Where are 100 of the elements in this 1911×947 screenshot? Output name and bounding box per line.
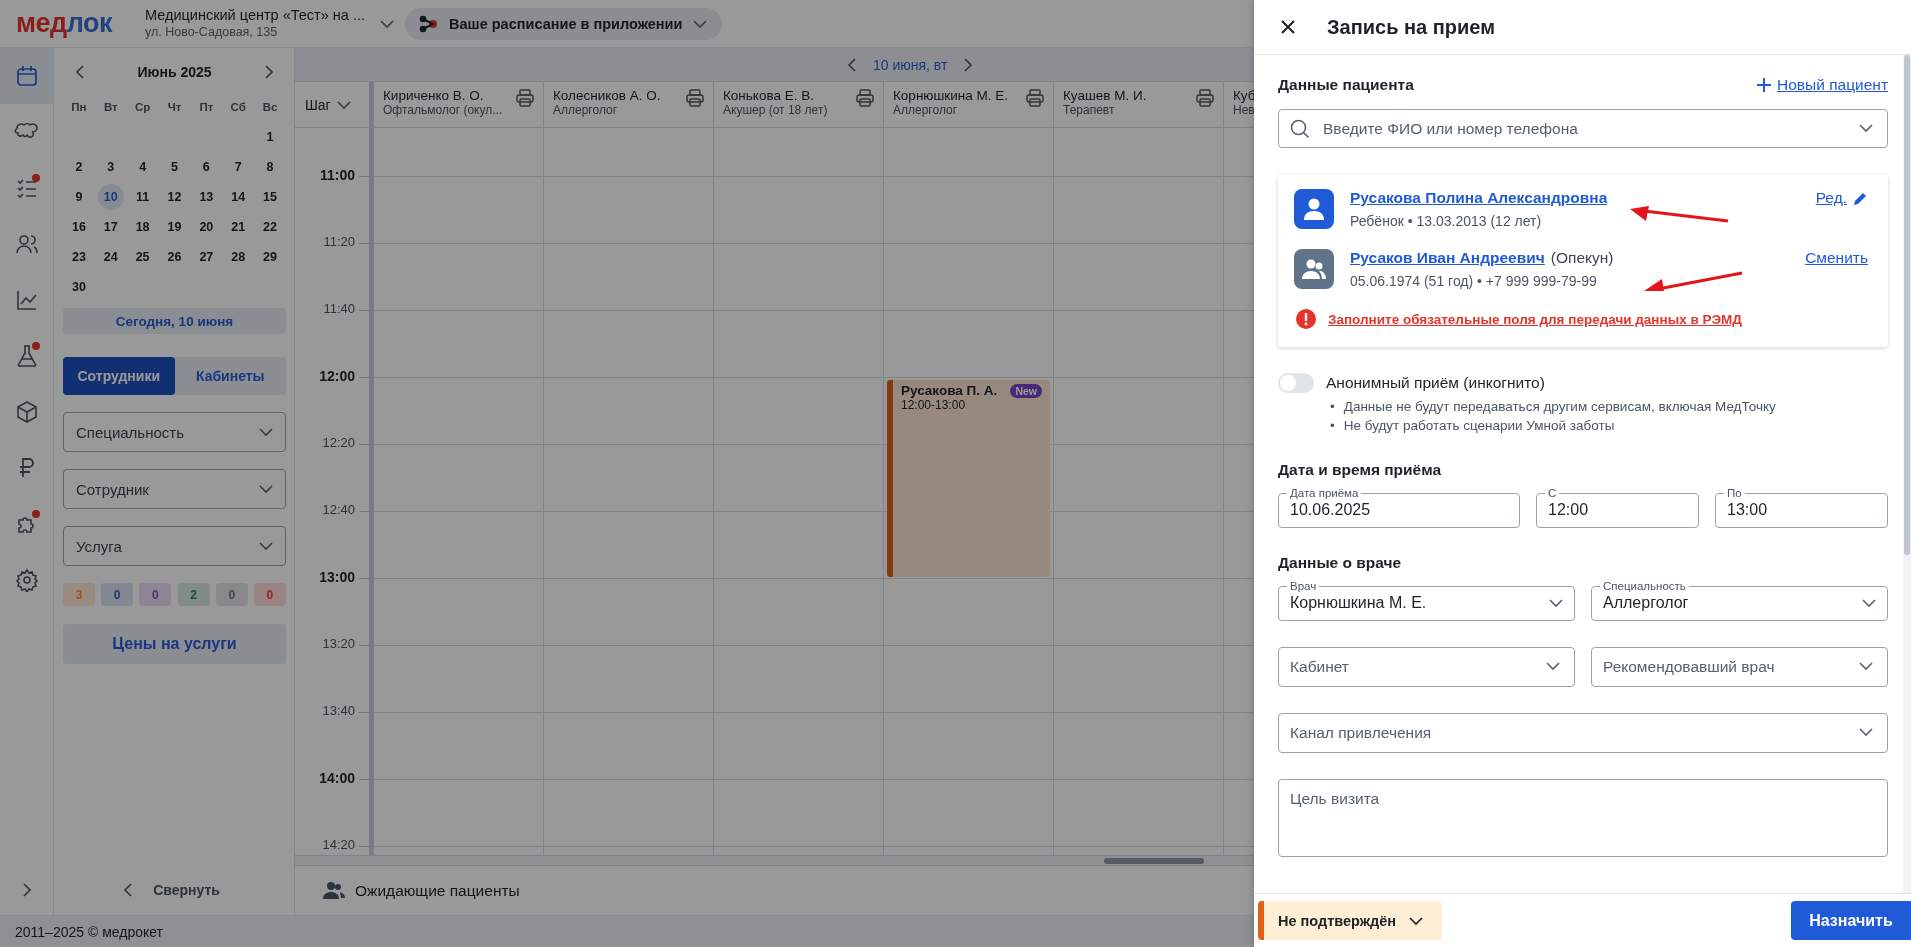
status-counter: 2 bbox=[177, 583, 210, 606]
weekday-label: Чт bbox=[166, 100, 183, 115]
calendar-day[interactable]: 19 bbox=[161, 214, 188, 240]
edit-link[interactable]: Ред. bbox=[1815, 189, 1868, 207]
calendar-day[interactable]: 29 bbox=[257, 244, 284, 270]
weekday-label: Сб bbox=[229, 100, 247, 115]
appointment-card[interactable]: Русакова П. А. New 12:00-13:00 bbox=[887, 380, 1050, 577]
calendar-day[interactable]: 25 bbox=[129, 244, 156, 270]
change-link[interactable]: Сменить bbox=[1805, 249, 1868, 267]
doctor-name: Корнюшкина М. Е. bbox=[893, 88, 1009, 103]
calendar-day[interactable]: 13 bbox=[193, 184, 220, 210]
calendar-day[interactable]: 23 bbox=[65, 244, 92, 270]
doctor-specialty: Акушер (от 18 лет) bbox=[723, 103, 829, 117]
calendar-day[interactable]: 15 bbox=[257, 184, 284, 210]
time-label: 11:00 bbox=[319, 167, 355, 183]
calendar-day[interactable]: 21 bbox=[225, 214, 252, 240]
waiting-patients-link[interactable]: Ожидающие пациенты bbox=[355, 881, 520, 900]
note-text: Не будут работать сценарии Умной заботы bbox=[1343, 417, 1615, 435]
status-counter: 0 bbox=[101, 583, 134, 606]
view-tab[interactable]: Кабинеты bbox=[174, 357, 286, 395]
calendar-day[interactable]: 9 bbox=[65, 184, 92, 210]
weekday-label: Вс bbox=[261, 100, 279, 115]
select-field[interactable]: Врач Корнюшкина М. Е. bbox=[1278, 580, 1575, 621]
calendar-day[interactable]: 22 bbox=[257, 214, 284, 240]
time-label: 12:20 bbox=[322, 435, 355, 450]
logo[interactable]: медлок bbox=[16, 8, 112, 39]
doctor-specialty: Аллерголог bbox=[893, 103, 959, 117]
weekday-label: Пт bbox=[198, 100, 215, 115]
calendar-day[interactable]: 24 bbox=[97, 244, 124, 270]
doctor-specialty: Терапевт bbox=[1063, 103, 1116, 117]
doctor-name: Куашев М. И. bbox=[1063, 88, 1148, 103]
calendar-day[interactable]: 20 bbox=[193, 214, 220, 240]
collapse-button[interactable]: Свернуть bbox=[147, 881, 226, 899]
filter-select[interactable]: Услуга bbox=[63, 526, 286, 566]
patient-name-link[interactable]: Русакова Полина Александровна bbox=[1350, 189, 1608, 207]
time-label: 14:00 bbox=[319, 770, 355, 786]
section-heading: Дата и время приёма bbox=[1278, 461, 1443, 479]
calendar-day[interactable]: 6 bbox=[193, 154, 220, 180]
calendar-day[interactable]: 3 bbox=[97, 154, 124, 180]
clinic-name[interactable]: Медицинский центр «Тест» на ... bbox=[144, 6, 366, 24]
calendar-day[interactable]: 28 bbox=[225, 244, 252, 270]
list-bullet: • bbox=[1330, 417, 1335, 435]
time-label: 12:40 bbox=[322, 502, 355, 517]
calendar-day[interactable]: 8 bbox=[257, 154, 284, 180]
section-heading: Данные пациента bbox=[1278, 76, 1414, 94]
weekday-label: Ср bbox=[133, 100, 152, 115]
month-title: Июнь 2025 bbox=[137, 64, 212, 80]
patient-search-field[interactable]: Введите ФИО или номер телефона bbox=[1278, 109, 1888, 148]
appointment-time: 12:00-13:00 bbox=[901, 398, 967, 412]
time-label: 13:20 bbox=[322, 636, 355, 651]
time-label: 12:00 bbox=[319, 368, 355, 384]
time-label: 13:40 bbox=[322, 703, 355, 718]
list-bullet: • bbox=[1330, 398, 1335, 416]
new-patient-link[interactable]: Новый пациент bbox=[1757, 76, 1888, 94]
purpose-field[interactable]: Цель визита bbox=[1278, 779, 1888, 857]
date-time-field[interactable]: Дата приёма 10.06.2025 bbox=[1278, 487, 1520, 528]
calendar-day[interactable]: 18 bbox=[129, 214, 156, 240]
calendar-day[interactable]: 5 bbox=[161, 154, 188, 180]
time-label: 13:00 bbox=[319, 569, 355, 585]
view-tab[interactable]: Сотрудники bbox=[63, 357, 175, 395]
warning-link[interactable]: Заполните обязательные поля для передачи данных в РЭМД bbox=[1328, 311, 1742, 327]
doctor-name: Конькова Е. В. bbox=[723, 88, 815, 103]
calendar-day[interactable]: 1 bbox=[257, 124, 284, 150]
patient-details: Ребёнок • 13.03.2013 (12 лет) bbox=[1350, 213, 1542, 229]
section-heading: Данные о враче bbox=[1278, 554, 1403, 572]
current-date[interactable]: 10 июня, вт bbox=[873, 56, 948, 73]
date-time-field[interactable]: С 12:00 bbox=[1536, 487, 1699, 528]
status-dropdown[interactable]: Не подтверждён bbox=[1258, 901, 1443, 940]
select-field[interactable]: Рекомендовавший врач bbox=[1591, 647, 1888, 687]
select-field[interactable]: Кабинет bbox=[1278, 647, 1575, 687]
calendar-day[interactable]: 2 bbox=[65, 154, 92, 180]
guardian-role: (Опекун) bbox=[1550, 249, 1614, 267]
clinic-address: ул. Ново-Садовая, 135 bbox=[144, 23, 279, 41]
new-badge: New bbox=[1010, 383, 1042, 398]
calendar-day[interactable]: 7 bbox=[225, 154, 252, 180]
prices-button[interactable]: Цены на услуги bbox=[63, 624, 286, 664]
select-field[interactable]: Специальность Аллерголог bbox=[1591, 580, 1888, 621]
guardian-details: 05.06.1974 (51 год) • +7 999 999-79-99 bbox=[1350, 273, 1597, 289]
calendar-day[interactable]: 4 bbox=[129, 154, 156, 180]
calendar-day[interactable]: 14 bbox=[225, 184, 252, 210]
calendar-day[interactable]: 11 bbox=[129, 184, 156, 210]
date-time-field[interactable]: По 13:00 bbox=[1715, 487, 1888, 528]
app-promo-button[interactable]: Ваше расписание в приложении bbox=[405, 7, 723, 40]
calendar-day[interactable]: 30 bbox=[65, 274, 92, 300]
time-label: 11:40 bbox=[323, 301, 355, 316]
calendar-day[interactable]: 26 bbox=[161, 244, 188, 270]
status-counter: 0 bbox=[215, 583, 248, 606]
step-selector[interactable]: Шаг bbox=[305, 96, 331, 113]
calendar-day[interactable]: 27 bbox=[193, 244, 220, 270]
doctor-specialty: Нев bbox=[1233, 103, 1254, 117]
filter-select[interactable]: Сотрудник bbox=[63, 469, 286, 509]
select-field[interactable]: Канал привлечения bbox=[1278, 713, 1888, 753]
today-button[interactable]: Сегодня, 10 июня bbox=[63, 308, 286, 334]
calendar-day[interactable]: 12 bbox=[161, 184, 188, 210]
status-counter: 3 bbox=[63, 583, 95, 606]
calendar-day[interactable]: 17 bbox=[97, 214, 124, 240]
assign-button[interactable]: Назначить bbox=[1791, 901, 1911, 940]
calendar-day[interactable]: 16 bbox=[65, 214, 92, 240]
guardian-name-link[interactable]: Русаков Иван Андреевич bbox=[1350, 249, 1545, 267]
filter-select[interactable]: Специальность bbox=[63, 412, 286, 452]
